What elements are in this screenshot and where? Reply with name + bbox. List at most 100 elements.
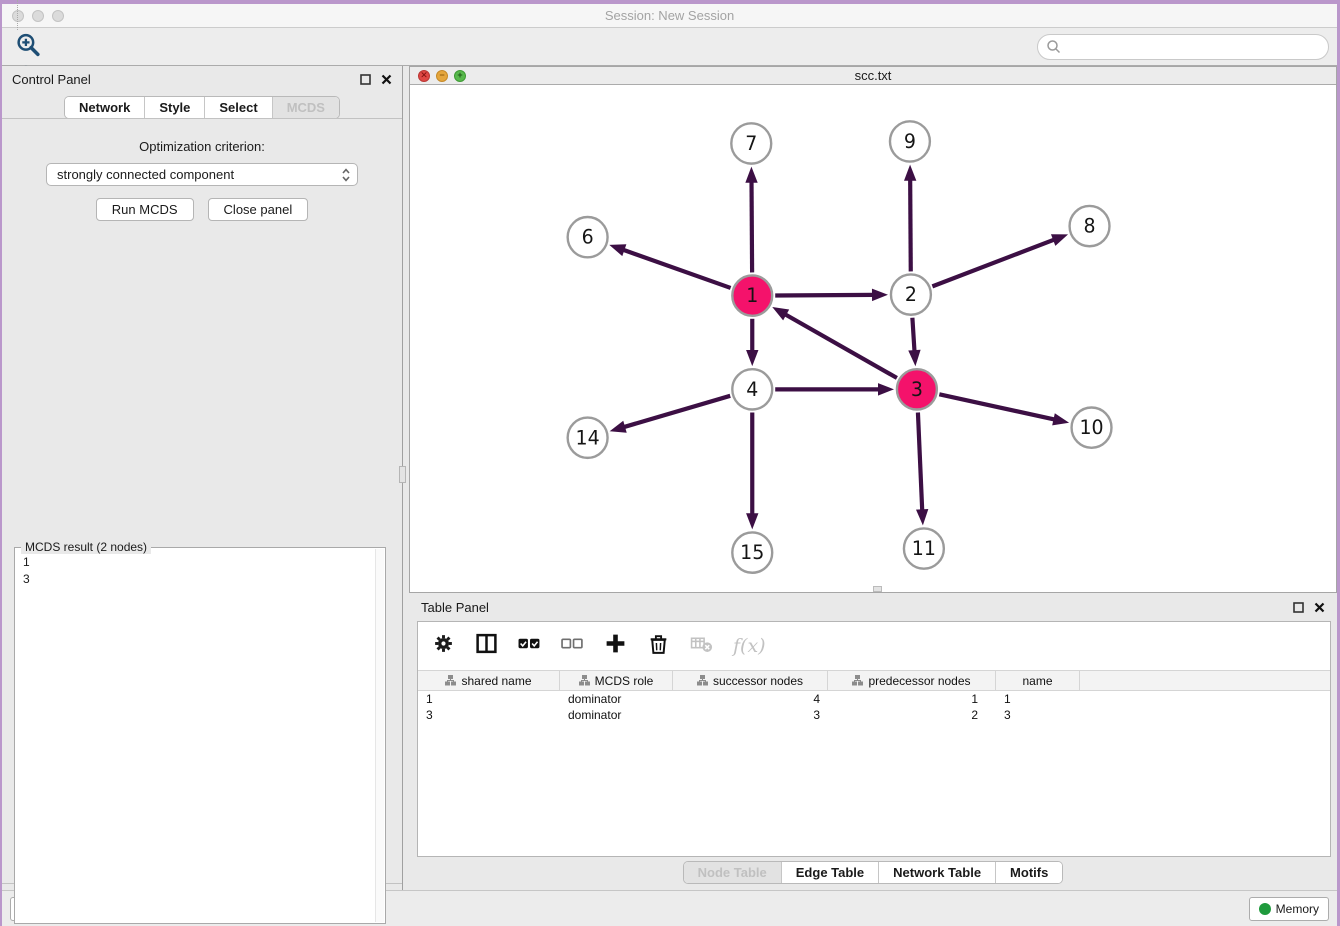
- table-header-row: shared nameMCDS rolesuccessor nodesprede…: [418, 670, 1330, 691]
- add-icon: [604, 632, 627, 655]
- select-all-button[interactable]: [518, 632, 541, 660]
- select-all-icon: [518, 632, 541, 655]
- graph-node-8[interactable]: 8: [1070, 206, 1110, 246]
- result-scrollbar[interactable]: [375, 549, 384, 922]
- network-canvas[interactable]: 7 9 6 8 1 2 4 3 14 10 15 11: [410, 85, 1336, 592]
- arrowhead-icon: [1052, 413, 1069, 425]
- search-input[interactable]: [1062, 37, 1328, 57]
- edge-1-7[interactable]: [745, 167, 757, 273]
- stepper-arrows-icon: [341, 167, 351, 183]
- zoom-in-button[interactable]: [10, 30, 46, 62]
- network-window-titlebar[interactable]: scc.txt ✕ − +: [410, 67, 1336, 85]
- graph-node-4[interactable]: 4: [732, 369, 772, 409]
- canvas-splitter-handle[interactable]: [873, 586, 882, 592]
- node-label: 1: [746, 285, 758, 307]
- close-table-panel-icon[interactable]: [1314, 602, 1325, 613]
- table-toolbar: f(x): [418, 622, 1330, 670]
- columns-icon: [475, 632, 498, 655]
- edge-3-11[interactable]: [916, 413, 928, 526]
- tab-motifs[interactable]: Motifs: [996, 862, 1062, 883]
- graph-node-1[interactable]: 1: [732, 276, 772, 316]
- network-window-title: scc.txt: [410, 68, 1336, 83]
- tab-mcds[interactable]: MCDS: [273, 97, 339, 118]
- arrowhead-icon: [916, 509, 928, 525]
- edge-2-8[interactable]: [932, 234, 1068, 286]
- tab-edge-table[interactable]: Edge Table: [782, 862, 879, 883]
- panel-splitter-handle[interactable]: [399, 466, 406, 483]
- arrowhead-icon: [745, 167, 757, 183]
- memory-label: Memory: [1276, 902, 1319, 916]
- graph-node-9[interactable]: 9: [890, 121, 930, 161]
- float-panel-icon[interactable]: [360, 74, 371, 85]
- graph-node-7[interactable]: 7: [731, 123, 771, 163]
- table-row[interactable]: 1dominator411: [418, 691, 1330, 707]
- title-bar: Session: New Session: [2, 4, 1337, 28]
- tab-node-table[interactable]: Node Table: [684, 862, 782, 883]
- edge-1-6[interactable]: [609, 244, 730, 288]
- table-cell[interactable]: 2: [828, 707, 996, 723]
- search-box[interactable]: [1037, 34, 1329, 60]
- tab-select[interactable]: Select: [205, 97, 272, 118]
- node-label: 15: [740, 542, 764, 564]
- attribute-icon: [579, 675, 590, 686]
- delete-icon: [647, 632, 670, 655]
- column-header-shared-name[interactable]: shared name: [418, 671, 560, 690]
- mcds-result-list[interactable]: 1 3: [15, 548, 385, 594]
- arrowhead-icon: [1051, 234, 1068, 246]
- table-cell[interactable]: 1: [828, 691, 996, 707]
- table-panel-title: Table Panel: [421, 600, 1293, 615]
- column-header-successor-nodes[interactable]: successor nodes: [673, 671, 828, 690]
- edge-1-2[interactable]: [775, 289, 888, 301]
- edge-4-15[interactable]: [746, 413, 758, 530]
- graph-node-11[interactable]: 11: [904, 529, 944, 569]
- table-cell[interactable]: 1: [996, 691, 1080, 707]
- mcds-panel: Optimization criterion: strongly connect…: [2, 118, 402, 884]
- edge-3-1[interactable]: [772, 307, 897, 378]
- deselect-all-button[interactable]: [561, 632, 584, 660]
- delete-button[interactable]: [647, 632, 670, 660]
- graph-node-14[interactable]: 14: [568, 418, 608, 458]
- table-cell[interactable]: dominator: [560, 691, 673, 707]
- control-panel-header: Control Panel: [2, 66, 402, 92]
- edge-4-14[interactable]: [610, 396, 731, 433]
- add-button[interactable]: [604, 632, 627, 660]
- table-cell[interactable]: 1: [418, 691, 560, 707]
- close-panel-icon[interactable]: [381, 74, 392, 85]
- gear-button[interactable]: [432, 632, 455, 660]
- edge-3-10[interactable]: [939, 394, 1069, 425]
- tab-network-table[interactable]: Network Table: [879, 862, 996, 883]
- graph-node-2[interactable]: 2: [891, 275, 931, 315]
- edge-2-9[interactable]: [904, 165, 916, 272]
- function-builder-button: f(x): [733, 635, 766, 657]
- arrowhead-icon: [904, 165, 916, 181]
- float-table-panel-icon[interactable]: [1293, 602, 1304, 613]
- table-cell[interactable]: dominator: [560, 707, 673, 723]
- optimization-criterion-select[interactable]: strongly connected component: [46, 163, 358, 186]
- table-row[interactable]: 3dominator323: [418, 707, 1330, 723]
- edge-4-3[interactable]: [775, 383, 894, 395]
- table-cell[interactable]: 3: [673, 707, 828, 723]
- table-cell[interactable]: 3: [418, 707, 560, 723]
- edge-2-3[interactable]: [908, 318, 920, 366]
- window-title: Session: New Session: [2, 8, 1337, 23]
- node-table: f(x) shared nameMCDS rolesuccessor nodes…: [417, 621, 1331, 857]
- tab-network[interactable]: Network: [65, 97, 145, 118]
- graph-node-15[interactable]: 15: [732, 533, 772, 573]
- table-cell[interactable]: 3: [996, 707, 1080, 723]
- edge-1-4[interactable]: [746, 319, 758, 366]
- close-panel-button[interactable]: Close panel: [208, 198, 309, 221]
- mcds-result-box: MCDS result (2 nodes) 1 3: [14, 547, 386, 924]
- graph-node-3[interactable]: 3: [897, 369, 937, 409]
- column-header-predecessor-nodes[interactable]: predecessor nodes: [828, 671, 996, 690]
- memory-button[interactable]: Memory: [1249, 897, 1329, 921]
- graph-node-10[interactable]: 10: [1072, 408, 1112, 448]
- column-header-name[interactable]: name: [996, 671, 1080, 690]
- run-mcds-button[interactable]: Run MCDS: [96, 198, 194, 221]
- column-header-MCDS-role[interactable]: MCDS role: [560, 671, 673, 690]
- control-panel: Control Panel NetworkStyleSelectMCDS Opt…: [2, 66, 403, 890]
- zoom-in-icon: [15, 32, 42, 59]
- table-cell[interactable]: 4: [673, 691, 828, 707]
- columns-button[interactable]: [475, 632, 498, 660]
- graph-node-6[interactable]: 6: [568, 217, 608, 257]
- tab-style[interactable]: Style: [145, 97, 205, 118]
